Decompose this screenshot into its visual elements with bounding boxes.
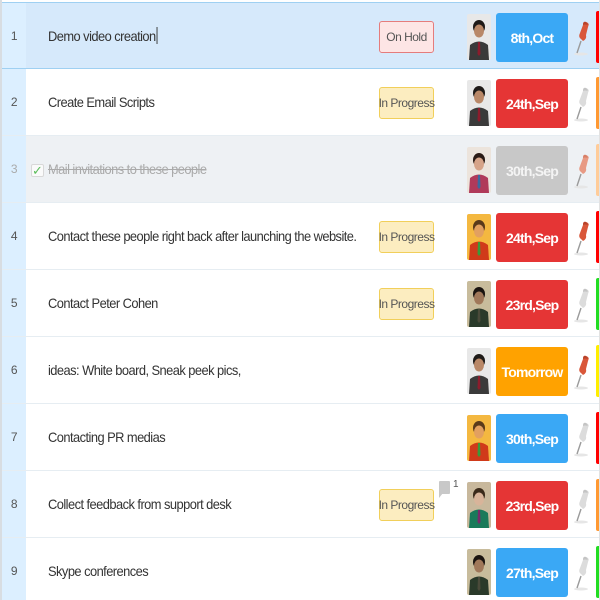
task-row[interactable]: 3 ✓ Mail invitations to these people 30th,…	[2, 136, 600, 203]
due-date-button[interactable]: Tomorrow	[496, 347, 568, 396]
checkbox-checked-icon[interactable]: ✓	[31, 164, 44, 177]
row-number: 6	[2, 337, 26, 403]
task-row[interactable]: 5 Contact Peter Cohen In Progress 23rd,Sep	[2, 270, 600, 337]
assignee-avatar[interactable]	[467, 281, 491, 327]
pushpin-active-icon[interactable]	[572, 152, 592, 190]
status-badge[interactable]: In Progress	[379, 288, 435, 320]
row-number: 1	[2, 3, 26, 68]
pushpin-icon[interactable]	[572, 85, 592, 123]
assignee-avatar[interactable]	[467, 482, 491, 528]
pushpin-icon[interactable]	[572, 554, 592, 592]
task-title[interactable]: ideas: White board, Sneak peek pics,	[48, 337, 241, 403]
task-title[interactable]: Contact Peter Cohen	[48, 270, 158, 336]
task-title[interactable]: Skype conferences	[48, 538, 149, 600]
due-date-button[interactable]: 23rd,Sep	[496, 280, 568, 329]
comment-count: 1	[453, 479, 459, 490]
task-row[interactable]: 7 Contacting PR medias 30th,Sep	[2, 404, 600, 471]
task-title[interactable]: Collect feedback from support desk	[48, 471, 232, 537]
due-date-button[interactable]: 24th,Sep	[496, 213, 568, 262]
task-row[interactable]: 6 ideas: White board, Sneak peek pics, To…	[2, 337, 600, 404]
row-number: 3	[2, 136, 26, 202]
task-title[interactable]: Contacting PR medias	[48, 404, 166, 470]
task-row[interactable]: 8 Collect feedback from support desk In Pr…	[2, 471, 600, 538]
task-list: 1 Demo video creation On Hold 8th,Oct 2 Cre…	[0, 0, 600, 600]
assignee-avatar[interactable]	[467, 214, 491, 260]
task-row[interactable]: 9 Skype conferences 27th,Sep	[2, 538, 600, 600]
pushpin-active-icon[interactable]	[572, 219, 592, 257]
comment-indicator[interactable]: 1	[439, 479, 461, 501]
pushpin-active-icon[interactable]	[572, 19, 592, 57]
due-date-button[interactable]: 30th,Sep	[496, 414, 568, 463]
task-row[interactable]: 4 Contact these people right back after l…	[2, 203, 600, 270]
assignee-avatar[interactable]	[467, 549, 491, 595]
status-badge[interactable]: On Hold	[379, 21, 434, 53]
task-title[interactable]: Create Email Scripts	[48, 69, 155, 135]
task-title[interactable]: Demo video creation	[48, 3, 157, 68]
status-badge[interactable]: In Progress	[379, 87, 435, 119]
assignee-avatar[interactable]	[467, 147, 491, 193]
pushpin-icon[interactable]	[572, 420, 592, 458]
comment-icon-tail	[439, 493, 443, 498]
task-row[interactable]: 2 Create Email Scripts In Progress 24th,Se…	[2, 69, 600, 136]
row-number: 8	[2, 471, 26, 537]
due-date-button[interactable]: 27th,Sep	[496, 548, 568, 597]
due-date-button[interactable]: 23rd,Sep	[496, 481, 568, 530]
pushpin-active-icon[interactable]	[572, 353, 592, 391]
assignee-avatar[interactable]	[467, 415, 491, 461]
status-badge[interactable]: In Progress	[379, 489, 435, 521]
assignee-avatar[interactable]	[467, 348, 491, 394]
row-number: 5	[2, 270, 26, 336]
row-number: 9	[2, 538, 26, 600]
task-row[interactable]: 1 Demo video creation On Hold 8th,Oct	[2, 2, 600, 69]
task-title[interactable]: Contact these people right back after la…	[48, 203, 357, 269]
status-badge[interactable]: In Progress	[379, 221, 435, 253]
due-date-button[interactable]: 8th,Oct	[496, 13, 568, 62]
pushpin-icon[interactable]	[572, 487, 592, 525]
due-date-button[interactable]: 24th,Sep	[496, 79, 568, 128]
task-title[interactable]: Mail invitations to these people	[48, 136, 207, 202]
due-date-button[interactable]: 30th,Sep	[496, 146, 568, 195]
assignee-avatar[interactable]	[467, 14, 491, 60]
pushpin-icon[interactable]	[572, 286, 592, 324]
row-number: 2	[2, 69, 26, 135]
assignee-avatar[interactable]	[467, 80, 491, 126]
row-number: 4	[2, 203, 26, 269]
row-number: 7	[2, 404, 26, 470]
